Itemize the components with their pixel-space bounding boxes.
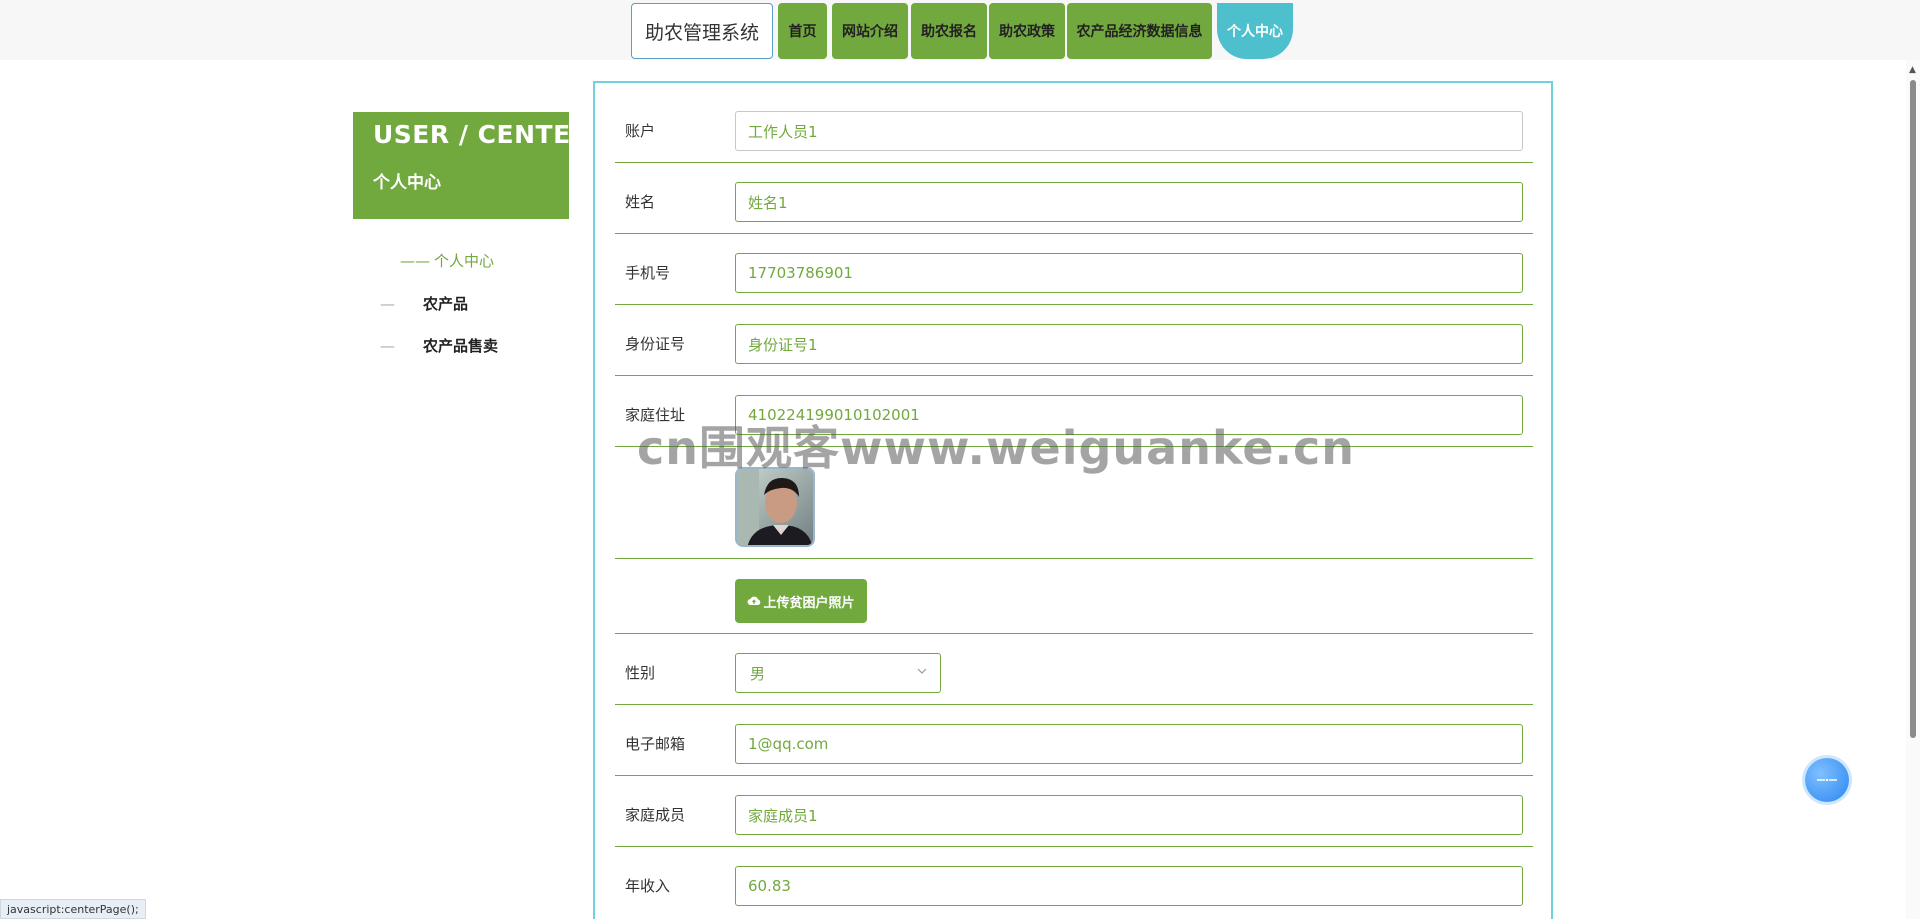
sidebar-title-cn: 个人中心	[373, 173, 441, 193]
form-row-account: 账户 工作人员1	[615, 83, 1533, 163]
sidebar-item-dash: ——	[400, 252, 430, 270]
form-row-email: 电子邮箱 1@qq.com	[615, 705, 1533, 776]
sidebar-item-product-sales[interactable]: — 农产品售卖	[380, 335, 498, 356]
nav-economic-data[interactable]: 农产品经济数据信息	[1067, 3, 1212, 59]
account-field[interactable]: 工作人员1	[735, 111, 1523, 151]
gender-label: 性别	[625, 664, 656, 682]
sidebar-item-products[interactable]: — 农产品	[380, 293, 468, 314]
account-label: 账户	[625, 122, 656, 140]
sidebar-item-dash: —	[380, 337, 395, 355]
form-row-upload: 上传贫困户照片	[615, 559, 1533, 634]
name-field[interactable]: 姓名1	[735, 182, 1523, 222]
status-url-preview: javascript:centerPage();	[0, 899, 146, 919]
family-field[interactable]: 家庭成员1	[735, 795, 1523, 835]
scrollbar-thumb[interactable]	[1910, 80, 1916, 738]
page-scrollbar[interactable]: ▲	[1906, 60, 1920, 919]
chevron-down-icon	[916, 665, 928, 680]
sidebar-item-label: 农产品售卖	[423, 337, 499, 355]
id-number-label: 身份证号	[625, 335, 686, 353]
nav-registration[interactable]: 助农报名	[911, 3, 987, 59]
form-row-id-number: 身份证号 身份证号1	[615, 305, 1533, 376]
email-field[interactable]: 1@qq.com	[735, 724, 1523, 764]
family-label: 家庭成员	[625, 806, 686, 824]
gender-select[interactable]: 男	[735, 653, 941, 693]
form-row-name: 姓名 姓名1	[615, 163, 1533, 234]
form-row-gender: 性别 男	[615, 634, 1533, 705]
sidebar-item-label: 个人中心	[434, 252, 495, 270]
user-photo-image	[737, 469, 813, 545]
site-brand[interactable]: 助农管理系统	[631, 3, 773, 59]
gender-select-value: 男	[750, 664, 766, 683]
id-number-field[interactable]: 身份证号1	[735, 324, 1523, 364]
top-navigation-bar: 助农管理系统 首页 网站介绍 助农报名 助农政策 农产品经济数据信息 个人中心	[0, 0, 1920, 60]
scroll-up-icon[interactable]: ▲	[1909, 65, 1916, 75]
nav-user-center[interactable]: 个人中心	[1217, 3, 1293, 59]
form-row-phone: 手机号 17703786901	[615, 234, 1533, 305]
sidebar-item-label: 农产品	[423, 295, 469, 313]
nav-about[interactable]: 网站介绍	[832, 3, 908, 59]
sidebar-item-user-center[interactable]: —— 个人中心	[400, 250, 494, 271]
phone-field[interactable]: 17703786901	[735, 253, 1523, 293]
upload-photo-label: 上传贫困户照片	[763, 595, 855, 611]
sidebar-header: USER / CENTER 个人中心	[353, 112, 590, 219]
watermark-text: cn围观客www.weiguanke.cn	[637, 421, 1356, 475]
cloud-upload-icon	[747, 596, 761, 605]
sidebar-title-en: USER / CENTER	[373, 120, 591, 149]
phone-label: 手机号	[625, 264, 671, 282]
form-row-income: 年收入 60.83	[615, 847, 1533, 919]
assistant-icon[interactable]	[1805, 758, 1849, 802]
nav-policy[interactable]: 助农政策	[989, 3, 1065, 59]
name-label: 姓名	[625, 193, 656, 211]
income-label: 年收入	[625, 877, 671, 895]
form-row-family: 家庭成员 家庭成员1	[615, 776, 1533, 847]
nav-home[interactable]: 首页	[778, 3, 827, 59]
income-field[interactable]: 60.83	[735, 866, 1523, 906]
profile-form-card: 账户 工作人员1 姓名 姓名1 手机号 17703786901 身份证号 身份证…	[593, 81, 1553, 919]
user-photo	[735, 467, 815, 547]
upload-photo-button[interactable]: 上传贫困户照片	[735, 579, 867, 623]
email-label: 电子邮箱	[625, 735, 686, 753]
sidebar-item-dash: —	[380, 295, 395, 313]
